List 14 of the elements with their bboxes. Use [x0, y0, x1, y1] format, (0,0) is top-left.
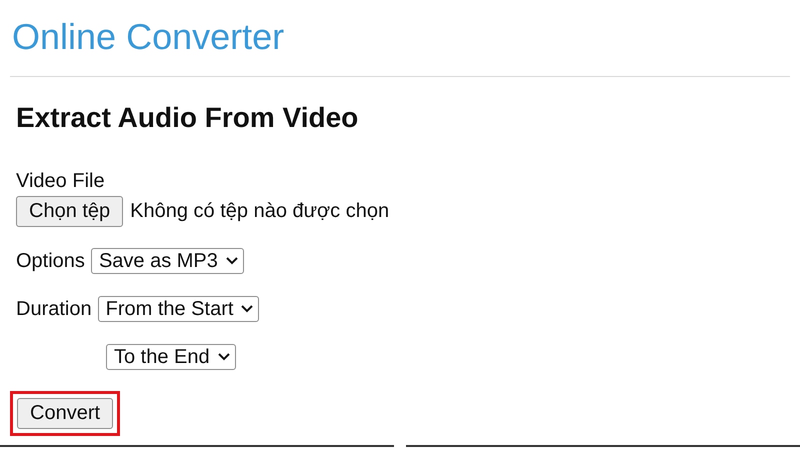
choose-file-button[interactable]: Chọn tệp — [16, 196, 124, 227]
site-title: Online Converter — [11, 16, 284, 58]
file-status: Không có tệp nào được chọn — [130, 200, 390, 223]
field-label: Duration — [16, 298, 92, 320]
dropdown[interactable]: Save as MP3 — [90, 248, 244, 274]
dropdown[interactable]: From the Start — [98, 296, 260, 322]
chevron-icon — [241, 305, 254, 313]
field-label: Video File — [16, 169, 106, 193]
chevron-icon — [218, 353, 230, 361]
dropdown[interactable]: To the End — [106, 344, 236, 370]
page-heading: Extract Audio From Video — [16, 102, 360, 134]
field-label: Options — [16, 250, 85, 272]
chevron-icon — [226, 257, 238, 265]
convert-button[interactable]: Convert — [17, 398, 114, 429]
